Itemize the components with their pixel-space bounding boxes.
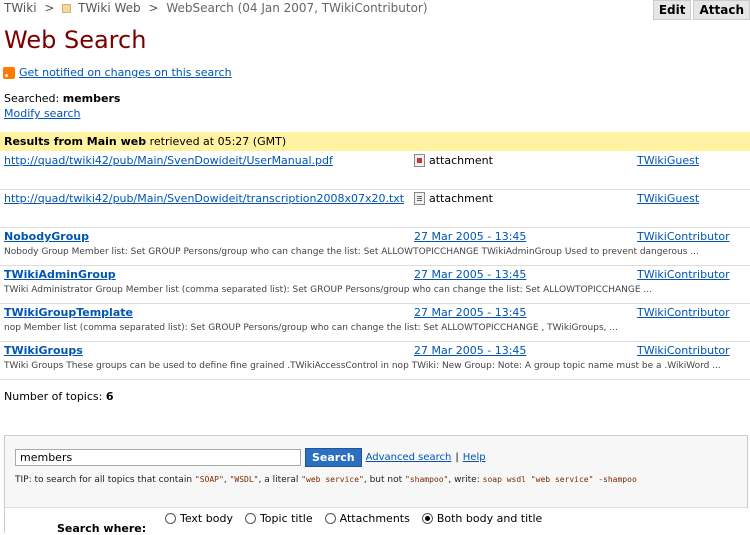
tip-text: , write:: [448, 475, 480, 485]
result-user-link[interactable]: TWikiGuest: [637, 154, 699, 167]
search-input[interactable]: [15, 449, 301, 466]
topic-count: Number of topics: 6: [4, 390, 114, 403]
topic-date-link[interactable]: 27 Mar 2005 - 13:45: [414, 344, 526, 357]
search-tip: TIP: to search for all topics that conta…: [15, 475, 637, 485]
breadcrumb-current: WebSearch (04 Jan 2007, TWikiContributor…: [166, 1, 428, 15]
topic-link[interactable]: TWikiAdminGroup: [4, 268, 116, 281]
search-where-options: Text body Topic title Attachments Both b…: [165, 512, 542, 525]
tip-code: "web service": [301, 475, 364, 484]
table-row: TWikiAdminGroup 27 Mar 2005 - 13:45 TWik…: [0, 266, 750, 304]
topic-date-link[interactable]: 27 Mar 2005 - 13:45: [414, 268, 526, 281]
table-row: TWikiGroupTemplate 27 Mar 2005 - 13:45 T…: [0, 304, 750, 342]
searched-line: Searched: members: [4, 92, 120, 105]
topic-actions: Edit Attach: [652, 0, 750, 20]
tip-code: "SOAP": [194, 475, 224, 484]
breadcrumb-web[interactable]: TWiki Web: [78, 1, 141, 15]
radio-selected-icon: [421, 513, 433, 524]
modify-search-link[interactable]: Modify search: [4, 107, 80, 120]
tip-code: "WSDL": [229, 475, 259, 484]
results-header: Results from Main web retrieved at 05:27…: [0, 132, 750, 151]
topic-link[interactable]: TWikiGroups: [4, 344, 83, 357]
radio-topic-title[interactable]: Topic title: [244, 512, 313, 525]
tip-text: TIP: to search for all topics that conta…: [15, 475, 193, 485]
searched-value: members: [62, 92, 121, 105]
result-type: attachment: [414, 192, 493, 205]
result-user-link[interactable]: TWikiContributor: [637, 344, 730, 357]
radio-label: Both body and title: [436, 512, 543, 525]
topic-link[interactable]: TWikiGroupTemplate: [4, 306, 133, 319]
tip-code: "shampoo": [405, 475, 449, 484]
notify-link[interactable]: Get notified on changes on this search: [19, 66, 232, 79]
attach-button[interactable]: Attach: [693, 0, 750, 20]
result-user-link[interactable]: TWikiGuest: [637, 192, 699, 205]
topic-summary: nop Member list (comma separated list): …: [4, 323, 618, 333]
search-form: Search Advanced search | Help TIP: to se…: [4, 435, 749, 535]
page-title: Web Search: [4, 26, 147, 54]
radio-icon: [165, 513, 176, 524]
radio-label: Text body: [180, 512, 233, 525]
link-separator: |: [455, 452, 459, 463]
topic-date-link[interactable]: 27 Mar 2005 - 13:45: [414, 230, 526, 243]
radio-label: Topic title: [259, 512, 313, 525]
search-row: Search Advanced search | Help: [15, 448, 486, 467]
topic-link[interactable]: NobodyGroup: [4, 230, 89, 243]
help-link[interactable]: Help: [463, 452, 486, 463]
searched-label: Searched:: [4, 92, 60, 105]
radio-icon: [244, 513, 256, 524]
attachment-link[interactable]: http://quad/twiki42/pub/Main/SvenDowidei…: [4, 192, 404, 205]
breadcrumb-twiki[interactable]: TWiki: [4, 1, 37, 15]
breadcrumb: TWiki > TWiki Web > WebSearch (04 Jan 20…: [4, 1, 428, 15]
rss-icon: [3, 66, 15, 79]
table-row: NobodyGroup 27 Mar 2005 - 13:45 TWikiCon…: [0, 228, 750, 266]
topic-summary: TWiki Administrator Group Member list (c…: [4, 285, 652, 295]
web-icon: [62, 4, 72, 13]
topic-count-label: Number of topics:: [4, 390, 103, 403]
table-row: http://quad/twiki42/pub/Main/SvenDowidei…: [0, 152, 750, 190]
attachment-link[interactable]: http://quad/twiki42/pub/Main/SvenDowidei…: [4, 154, 333, 167]
result-user-link[interactable]: TWikiContributor: [637, 306, 730, 319]
search-button[interactable]: Search: [305, 448, 362, 467]
radio-label: Attachments: [339, 512, 410, 525]
table-row: http://quad/twiki42/pub/Main/SvenDowidei…: [0, 190, 750, 228]
radio-both[interactable]: Both body and title: [421, 512, 543, 525]
result-type: attachment: [414, 154, 493, 167]
radio-icon: [324, 513, 336, 524]
tip-text: , a literal: [258, 475, 299, 485]
tip-text: ,: [223, 475, 227, 485]
search-where-row: Search where: Text body Topic title Atta…: [5, 507, 749, 535]
result-user-link[interactable]: TWikiContributor: [637, 230, 730, 243]
result-type-label: attachment: [429, 192, 493, 205]
modify-search-row: Modify search: [4, 107, 80, 120]
topic-date-link[interactable]: 27 Mar 2005 - 13:45: [414, 306, 526, 319]
breadcrumb-separator: >: [148, 1, 159, 15]
advanced-search-link[interactable]: Advanced search: [366, 452, 452, 463]
result-type-label: attachment: [429, 154, 493, 167]
tip-text: , but not: [363, 475, 403, 485]
search-where-label: Search where:: [57, 522, 147, 535]
topic-summary: Nobody Group Member list: Set GROUP Pers…: [4, 247, 699, 257]
result-user-link[interactable]: TWikiContributor: [637, 268, 730, 281]
results-web: Results from Main web: [4, 135, 147, 148]
edit-button[interactable]: Edit: [652, 0, 692, 20]
text-file-icon: [414, 192, 425, 205]
radio-text-body[interactable]: Text body: [165, 512, 233, 525]
radio-attachments[interactable]: Attachments: [324, 512, 410, 525]
pdf-file-icon: [414, 154, 425, 167]
table-row: TWikiGroups 27 Mar 2005 - 13:45 TWikiCon…: [0, 342, 750, 380]
notify-row: Get notified on changes on this search: [3, 66, 232, 79]
results-retrieved: retrieved at 05:27 (GMT): [149, 135, 287, 148]
breadcrumb-separator: >: [44, 1, 55, 15]
topic-summary: TWiki Groups These groups can be used to…: [4, 361, 721, 371]
topic-count-value: 6: [105, 390, 114, 403]
tip-code: soap wsdl "web service" -shampoo: [482, 475, 637, 484]
